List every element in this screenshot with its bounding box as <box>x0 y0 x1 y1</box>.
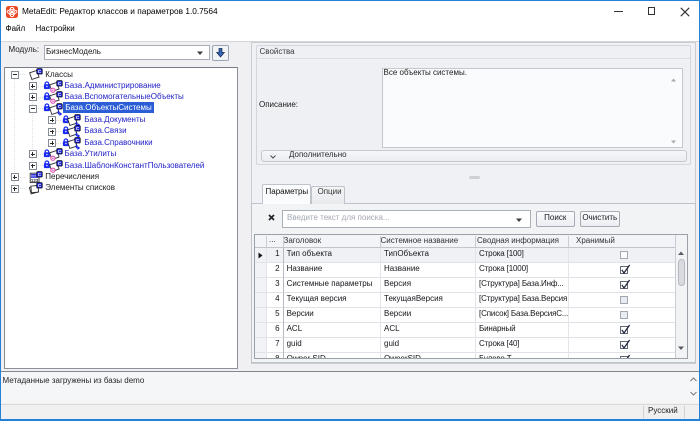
svg-text:C: C <box>57 104 61 110</box>
svg-text:C: C <box>57 161 61 167</box>
svg-text:C: C <box>57 81 61 87</box>
svg-text:C: C <box>76 138 80 144</box>
svg-text:C: C <box>57 149 61 155</box>
svg-text:C: C <box>37 172 41 178</box>
svg-text:C: C <box>57 92 61 98</box>
svg-text:C: C <box>37 69 41 75</box>
svg-text:C: C <box>37 183 41 189</box>
svg-text:C: C <box>76 115 80 121</box>
svg-text:C: C <box>76 126 80 132</box>
